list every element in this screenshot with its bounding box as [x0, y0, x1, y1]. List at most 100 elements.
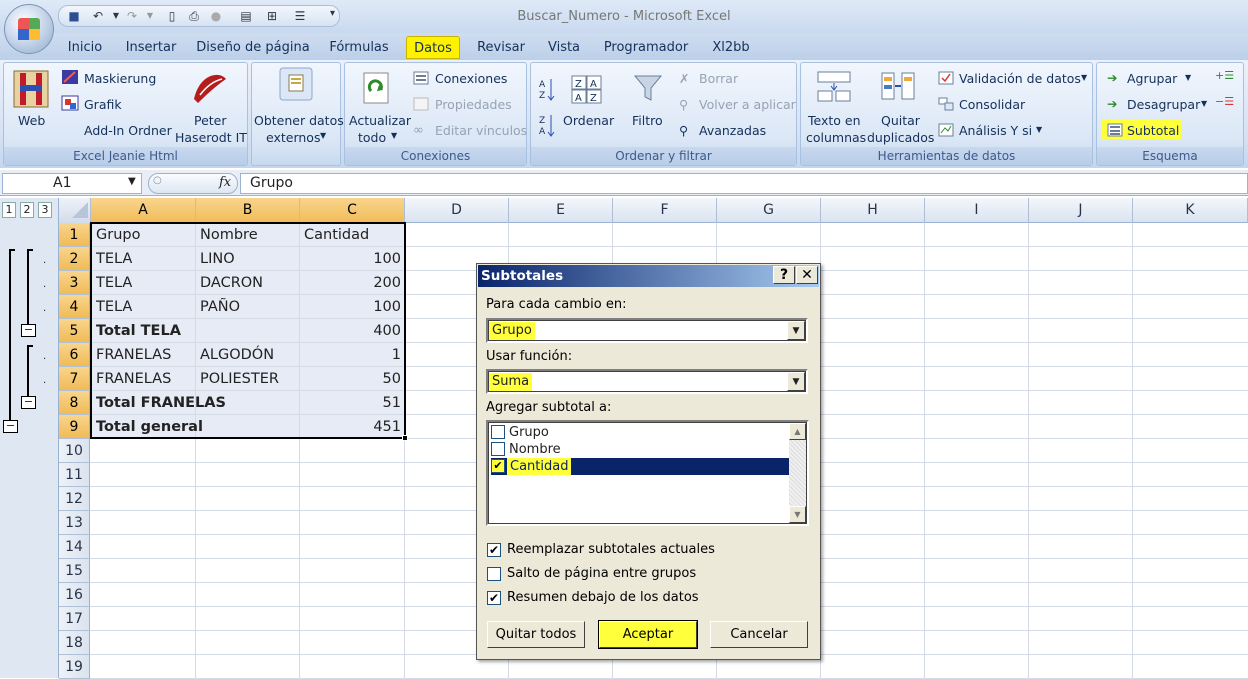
- cell-a7[interactable]: FRANELAS: [96, 367, 171, 391]
- cell-c2[interactable]: 100: [300, 247, 405, 271]
- cell-a2[interactable]: TELA: [96, 247, 132, 271]
- cell-c3[interactable]: 200: [300, 271, 405, 295]
- column-header-g[interactable]: G: [717, 198, 821, 223]
- save-icon[interactable]: ■: [67, 9, 81, 23]
- haserodt-label[interactable]: Haserodt IT: [175, 130, 247, 145]
- row-header[interactable]: 14: [59, 535, 90, 559]
- column-header-e[interactable]: E: [509, 198, 613, 223]
- row-header[interactable]: 15: [59, 559, 90, 583]
- collapse-franelas-button[interactable]: −: [21, 396, 36, 409]
- row-header[interactable]: 9: [59, 415, 90, 439]
- outline-level-2[interactable]: 2: [20, 202, 34, 218]
- borrar-button[interactable]: Borrar: [699, 71, 738, 86]
- name-box[interactable]: A1: [2, 173, 142, 194]
- cambio-dropdown-icon[interactable]: ▼: [787, 321, 805, 340]
- agrupar-button[interactable]: Agrupar: [1127, 71, 1177, 86]
- tab-programador[interactable]: Programador: [600, 36, 692, 59]
- column-header-c[interactable]: C: [300, 198, 405, 223]
- cell-b1[interactable]: Nombre: [200, 223, 258, 247]
- office-button[interactable]: [4, 4, 54, 54]
- cell-b4[interactable]: PAÑO: [200, 295, 240, 319]
- name-box-dropdown-icon[interactable]: ▼: [128, 176, 136, 187]
- tab-diseno[interactable]: Diseño de página: [196, 36, 310, 59]
- row-header[interactable]: 10: [59, 439, 90, 463]
- row-header[interactable]: 11: [59, 463, 90, 487]
- desagrupar-dropdown-icon[interactable]: ▼: [1201, 99, 1207, 108]
- cell-a8[interactable]: Total FRANELAS: [96, 391, 226, 415]
- outline-level-1[interactable]: 1: [2, 202, 16, 218]
- obtener-datos-dropdown-icon[interactable]: ▼: [320, 131, 326, 140]
- tab-vista[interactable]: Vista: [542, 36, 586, 59]
- list-item-grupo[interactable]: Grupo: [491, 424, 789, 441]
- subtotal-fields-list[interactable]: Grupo Nombre ✔ Cantidad ▲ ▼: [486, 420, 809, 526]
- checkbox-reemplazar[interactable]: ✔: [487, 543, 501, 557]
- cell-a3[interactable]: TELA: [96, 271, 132, 295]
- actualizar-line1[interactable]: Actualizar: [349, 113, 411, 128]
- print-preview-icon[interactable]: ⎙: [187, 9, 201, 23]
- cell-c6[interactable]: 1: [300, 343, 405, 367]
- circle-icon[interactable]: ●: [209, 9, 223, 23]
- row-header[interactable]: 8: [59, 391, 90, 415]
- maskierung-button[interactable]: Maskierung: [84, 71, 156, 86]
- row-header[interactable]: 13: [59, 511, 90, 535]
- checkbox-salto[interactable]: [487, 567, 501, 581]
- actualizar-line2[interactable]: todo: [358, 130, 386, 145]
- cell-b3[interactable]: DACRON: [200, 271, 263, 295]
- tab-revisar[interactable]: Revisar: [474, 36, 528, 59]
- column-header-d[interactable]: D: [405, 198, 509, 223]
- list-icon[interactable]: ☰: [293, 9, 307, 23]
- undo-dropdown-icon[interactable]: ▼: [109, 9, 123, 23]
- collapse-tela-button[interactable]: −: [21, 324, 36, 337]
- subtotal-button[interactable]: Subtotal: [1127, 123, 1179, 138]
- row-header[interactable]: 3: [59, 271, 90, 295]
- redo-dropdown-icon[interactable]: ▼: [143, 9, 157, 23]
- tab-inicio[interactable]: Inicio: [62, 36, 108, 59]
- column-header-h[interactable]: H: [821, 198, 925, 223]
- undo-icon[interactable]: ↶: [91, 9, 105, 23]
- outline-level-3[interactable]: 3: [38, 202, 52, 218]
- actualizar-dropdown-icon[interactable]: ▼: [391, 131, 397, 140]
- funcion-dropdown-icon[interactable]: ▼: [787, 372, 805, 391]
- texto-columnas-line2[interactable]: columnas: [806, 130, 866, 145]
- form-icon[interactable]: ▤: [239, 9, 253, 23]
- cancelar-button[interactable]: Cancelar: [710, 621, 808, 648]
- row-header[interactable]: 7: [59, 367, 90, 391]
- column-header-i[interactable]: I: [925, 198, 1029, 223]
- obtener-datos-line1[interactable]: Obtener datos: [254, 113, 344, 128]
- row-header[interactable]: 5: [59, 319, 90, 343]
- cell-a1[interactable]: Grupo: [96, 223, 140, 247]
- tab-xl2bb[interactable]: Xl2bb: [706, 36, 756, 59]
- column-header-a[interactable]: A: [91, 198, 196, 223]
- checkbox-grupo[interactable]: [491, 425, 505, 439]
- row-header[interactable]: 1: [59, 223, 90, 247]
- close-button[interactable]: ✕: [796, 266, 818, 284]
- tab-formulas[interactable]: Fórmulas: [326, 36, 392, 59]
- fill-handle[interactable]: [402, 435, 408, 441]
- funcion-select[interactable]: Suma ▼: [486, 369, 808, 394]
- cambio-select[interactable]: Grupo ▼: [486, 318, 808, 343]
- web-button[interactable]: Web: [18, 113, 45, 128]
- column-header-b[interactable]: B: [196, 198, 300, 223]
- cell-b6[interactable]: ALGODÓN: [200, 343, 274, 367]
- row-header[interactable]: 18: [59, 631, 90, 655]
- conexiones-button[interactable]: Conexiones: [435, 71, 507, 86]
- redo-icon[interactable]: ↷: [125, 9, 139, 23]
- cell-a9[interactable]: Total general: [96, 415, 203, 439]
- agrupar-dropdown-icon[interactable]: ▼: [1185, 73, 1191, 82]
- collapse-level1-button[interactable]: −: [3, 420, 18, 433]
- row-header[interactable]: 12: [59, 487, 90, 511]
- list-item-nombre[interactable]: Nombre: [491, 441, 789, 458]
- validacion-dropdown-icon[interactable]: ▼: [1081, 73, 1087, 82]
- ordenar-button[interactable]: Ordenar: [563, 113, 614, 128]
- quitar-line1[interactable]: Quitar: [881, 113, 920, 128]
- scroll-up-icon[interactable]: ▲: [789, 423, 806, 440]
- grid-icon[interactable]: ⊞: [265, 9, 279, 23]
- cell-a5[interactable]: Total TELA: [96, 319, 181, 343]
- tab-datos[interactable]: Datos: [406, 36, 460, 59]
- list-scrollbar[interactable]: ▲ ▼: [789, 423, 806, 523]
- aceptar-button[interactable]: Aceptar: [598, 620, 698, 649]
- new-document-icon[interactable]: ▯: [165, 9, 179, 23]
- cell-a6[interactable]: FRANELAS: [96, 343, 171, 367]
- cell-c1[interactable]: Cantidad: [304, 223, 369, 247]
- analisis-button[interactable]: Análisis Y si: [959, 123, 1032, 138]
